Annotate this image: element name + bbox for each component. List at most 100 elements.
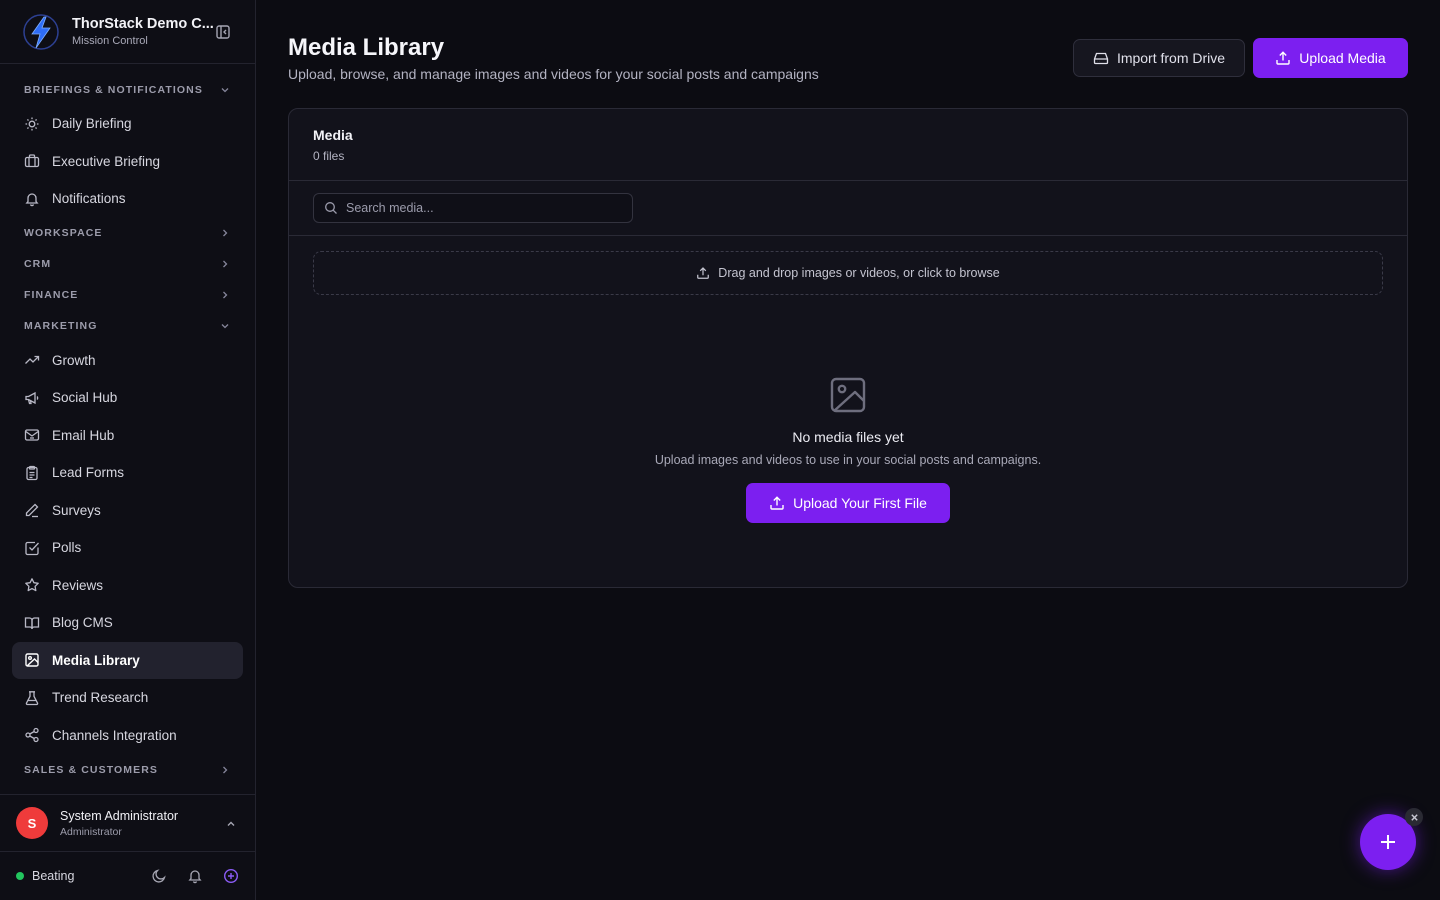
megaphone-icon [25,391,39,404]
upload-label: Upload Media [1299,50,1386,66]
brand-title: ThorStack Demo C... [72,16,214,32]
user-role: Administrator [60,825,122,838]
image-icon [25,653,39,667]
section-marketing[interactable]: MARKETING [12,311,243,342]
sidebar-item-notifications[interactable]: Notifications [12,180,243,218]
image-placeholder-icon [830,377,866,413]
sidebar-item-label: Lead Forms [52,465,125,481]
clipboard-icon [26,465,38,480]
section-briefings[interactable]: BRIEFINGS & NOTIFICATIONS [12,74,243,105]
dropzone-text: Drag and drop images or videos, or click… [718,266,1000,280]
upload-first-file-button[interactable]: Upload Your First File [746,483,950,523]
status-text: Beating [32,869,75,883]
sun-icon [25,117,39,131]
check-square-icon [25,541,39,555]
search-input[interactable] [346,201,616,215]
trending-up-icon [25,356,40,365]
sidebar-item-growth[interactable]: Growth [12,342,243,380]
briefcase-icon [24,154,40,168]
sidebar-item-label: Email Hub [52,427,115,443]
empty-state: No media files yet Upload images and vid… [289,375,1407,523]
close-icon [1410,813,1418,821]
sidebar-item-label: Daily Briefing [52,116,132,132]
upload-icon [697,267,710,279]
upload-first-label: Upload Your First File [793,495,927,511]
page-title: Media Library [288,34,445,61]
upload-icon [770,496,784,510]
sidebar-item-channels-integration[interactable]: Channels Integration [12,717,243,755]
section-label: FINANCE [24,289,79,301]
sidebar-footer: Beating [0,852,255,900]
sidebar-item-email-hub[interactable]: Email Hub [12,417,243,455]
search-icon [325,202,337,214]
sidebar-item-label: Surveys [52,502,101,518]
sidebar-item-trend-research[interactable]: Trend Research [12,679,243,717]
sidebar-item-label: Social Hub [52,390,118,406]
sidebar-item-social-hub[interactable]: Social Hub [12,379,243,417]
media-card: Media 0 files Drag and drop images or vi… [288,108,1408,588]
avatar: S [16,807,48,839]
bell-icon [25,193,39,206]
user-menu[interactable]: S System Administrator Administrator [0,794,255,852]
fab-dismiss-button[interactable] [1405,808,1423,826]
sidebar-item-label: Growth [52,352,96,368]
chevron-down-icon [221,87,229,92]
plus-circle-icon[interactable] [223,868,239,884]
chevron-up-icon [227,821,235,826]
section-sales-customers[interactable]: SALES & CUSTOMERS [12,754,243,785]
card-header: Media 0 files [289,109,1407,181]
status-dot [16,872,24,880]
sidebar-item-label: Executive Briefing [52,153,161,169]
book-icon [24,617,40,629]
dropzone[interactable]: Drag and drop images or videos, or click… [313,251,1383,295]
section-label: BRIEFINGS & NOTIFICATIONS [24,83,203,96]
chevron-right-icon [223,260,228,268]
flask-icon [25,690,39,705]
section-label: CRM [24,258,52,270]
share-icon [25,728,39,743]
sidebar-item-blog-cms[interactable]: Blog CMS [12,604,243,642]
section-workspace[interactable]: WORKSPACE [12,218,243,249]
pen-icon [25,503,39,518]
section-finance[interactable]: FINANCE [12,280,243,311]
hard-drive-icon [1093,52,1109,65]
sidebar-item-label: Notifications [52,191,126,207]
chevron-right-icon [223,229,228,237]
section-crm[interactable]: CRM [12,249,243,280]
sidebar-item-label: Polls [52,540,82,556]
file-count: 0 files [313,149,345,163]
sidebar-item-daily-briefing[interactable]: Daily Briefing [12,105,243,143]
upload-media-button[interactable]: Upload Media [1253,38,1408,78]
chevron-right-icon [223,291,228,299]
sidebar-item-label: Blog CMS [52,615,113,631]
page-subtitle: Upload, browse, and manage images and vi… [288,66,819,82]
upload-icon [1276,51,1290,65]
card-title: Media [313,127,353,143]
sidebar-item-label: Reviews [52,577,104,593]
search-row [289,181,1407,236]
sidebar-item-label: Media Library [52,652,140,668]
brand-subtitle: Mission Control [72,35,148,47]
sidebar-item-label: Channels Integration [52,727,177,743]
sidebar-item-label: Trend Research [52,690,149,706]
sidebar-item-media-library[interactable]: Media Library [12,641,243,679]
star-icon [25,578,39,592]
plus-icon [1381,835,1395,849]
sidebar-item-lead-forms[interactable]: Lead Forms [12,454,243,492]
sidebar-item-polls[interactable]: Polls [12,529,243,567]
bell-icon[interactable] [187,868,203,884]
user-name: System Administrator [60,808,179,823]
search-box [313,193,633,223]
section-label: WORKSPACE [24,227,103,239]
sidebar-item-reviews[interactable]: Reviews [12,567,243,605]
lightning-logo-icon [23,13,59,50]
brand-header: ThorStack Demo C... Mission Control [0,0,255,64]
import-label: Import from Drive [1116,50,1226,66]
sidebar-item-executive-briefing[interactable]: Executive Briefing [12,143,243,181]
sidebar-collapse-icon[interactable] [215,24,231,40]
sidebar-item-surveys[interactable]: Surveys [12,492,243,530]
section-label: SALES & CUSTOMERS [24,763,159,776]
import-from-drive-button[interactable]: Import from Drive [1073,39,1245,77]
chevron-down-icon [221,324,229,329]
moon-icon[interactable] [151,868,167,884]
